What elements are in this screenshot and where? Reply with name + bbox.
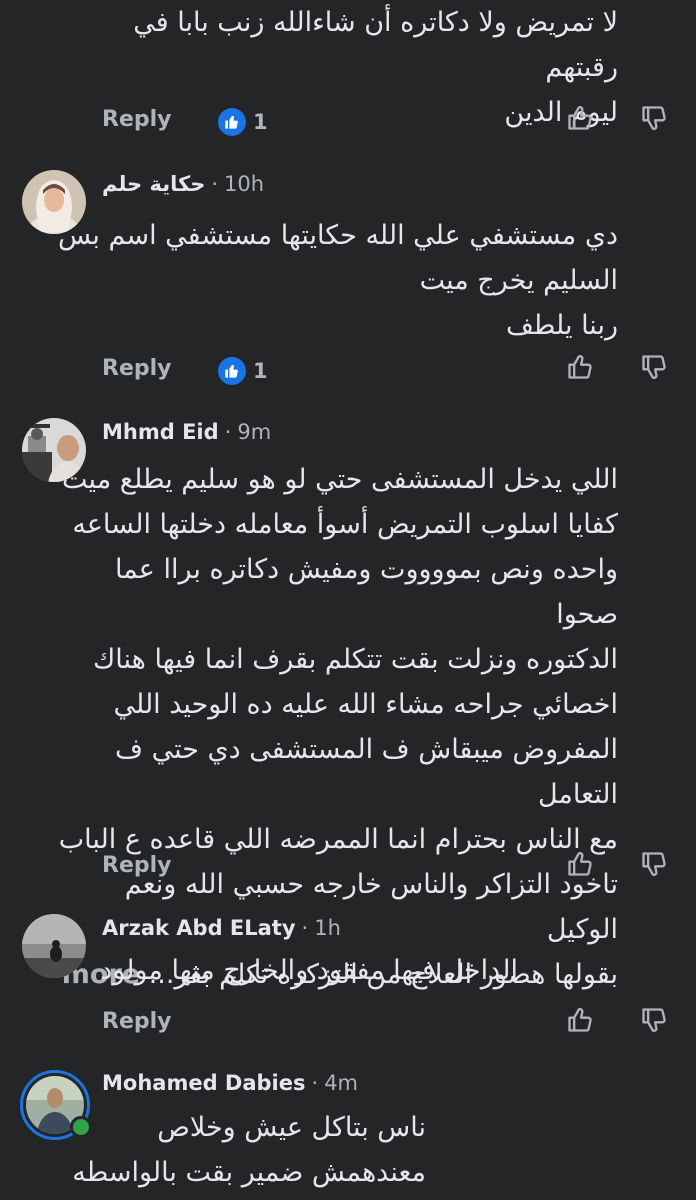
thumbs-down-icon[interactable] [640, 353, 668, 385]
timestamp[interactable]: 9m [237, 420, 271, 444]
separator-dot: · [301, 916, 309, 940]
reply-button[interactable]: Reply [102, 107, 172, 132]
reply-button[interactable]: Reply [102, 1009, 172, 1034]
author-name[interactable]: Mhmd Eid [102, 420, 219, 444]
reply-button[interactable]: Reply [102, 356, 172, 381]
comment-line: ناس بتاكل عيش وخلاص [157, 1112, 426, 1143]
like-badge-icon [218, 108, 246, 136]
separator-dot: · [311, 1071, 319, 1095]
comment-line: كفايا اسلوب التمريض أسوأ معامله دخلتها ا… [72, 509, 618, 540]
like-badge-icon [218, 357, 246, 385]
comment-text: ناس بتاكل عيش وخلاص معندهمش ضمير بقت بال… [26, 1105, 426, 1195]
reaction-count[interactable]: 1 [253, 359, 268, 383]
comment-line: لا تمريض ولا دكاتره أن شاءالله زنب بابا … [133, 7, 618, 83]
comment-line: الداخل فيها مفقود والخارج منها مولود [100, 955, 518, 986]
author-name[interactable]: حكاية حلم [102, 172, 205, 196]
author-name[interactable]: Arzak Abd ELaty [102, 916, 296, 940]
timestamp[interactable]: 4m [324, 1071, 358, 1095]
comment-text: الداخل فيها مفقود والخارج منها مولود [48, 948, 518, 993]
thumbs-down-icon[interactable] [640, 104, 668, 136]
comment-line: اخصائي جراحه مشاء الله عليه ده الوحيد ال… [113, 689, 619, 720]
thumbs-up-icon[interactable] [566, 353, 594, 385]
comment-header: حكاية حلم · 10h [102, 172, 264, 196]
comment-line: واحده ونص بمووووت ومفيش دكاتره براا عما … [114, 554, 618, 630]
comment-line: ربنا يلطف [505, 310, 618, 341]
comment-header: Mhmd Eid · 9m [102, 420, 271, 444]
comment-line: اللي يدخل المستشفى حتي لو هو سليم يطلع م… [62, 464, 618, 495]
thumbs-up-icon[interactable] [566, 850, 594, 882]
comment-line: المفروض ميبقاش ف المستشفى دي حتي ف التعا… [115, 734, 618, 810]
separator-dot: · [211, 172, 219, 196]
comment-line: الدكتوره ونزلت بقت تتكلم بقرف انما فيها … [93, 644, 618, 675]
thumbs-up-icon[interactable] [566, 104, 594, 136]
author-name[interactable]: Mohamed Dabies [102, 1071, 306, 1095]
reaction-count[interactable]: 1 [253, 110, 268, 134]
comment-header: Mohamed Dabies · 4m [102, 1071, 358, 1095]
comment-line: معندهمش ضمير بقت بالواسطه [72, 1157, 426, 1188]
thumbs-up-icon[interactable] [566, 1006, 594, 1038]
comment-text: دي مستشفي علي الله حكايتها مستشفي اسم بس… [58, 213, 618, 348]
comment-line: السليم يخرج ميت [419, 265, 618, 296]
thumbs-down-icon[interactable] [640, 1006, 668, 1038]
comment-header: Arzak Abd ELaty · 1h [102, 916, 341, 940]
separator-dot: · [224, 420, 232, 444]
timestamp[interactable]: 10h [224, 172, 264, 196]
thumbs-down-icon[interactable] [640, 850, 668, 882]
reply-button[interactable]: Reply [102, 853, 172, 878]
timestamp[interactable]: 1h [314, 916, 341, 940]
comment-line: دي مستشفي علي الله حكايتها مستشفي اسم بس [57, 220, 618, 251]
